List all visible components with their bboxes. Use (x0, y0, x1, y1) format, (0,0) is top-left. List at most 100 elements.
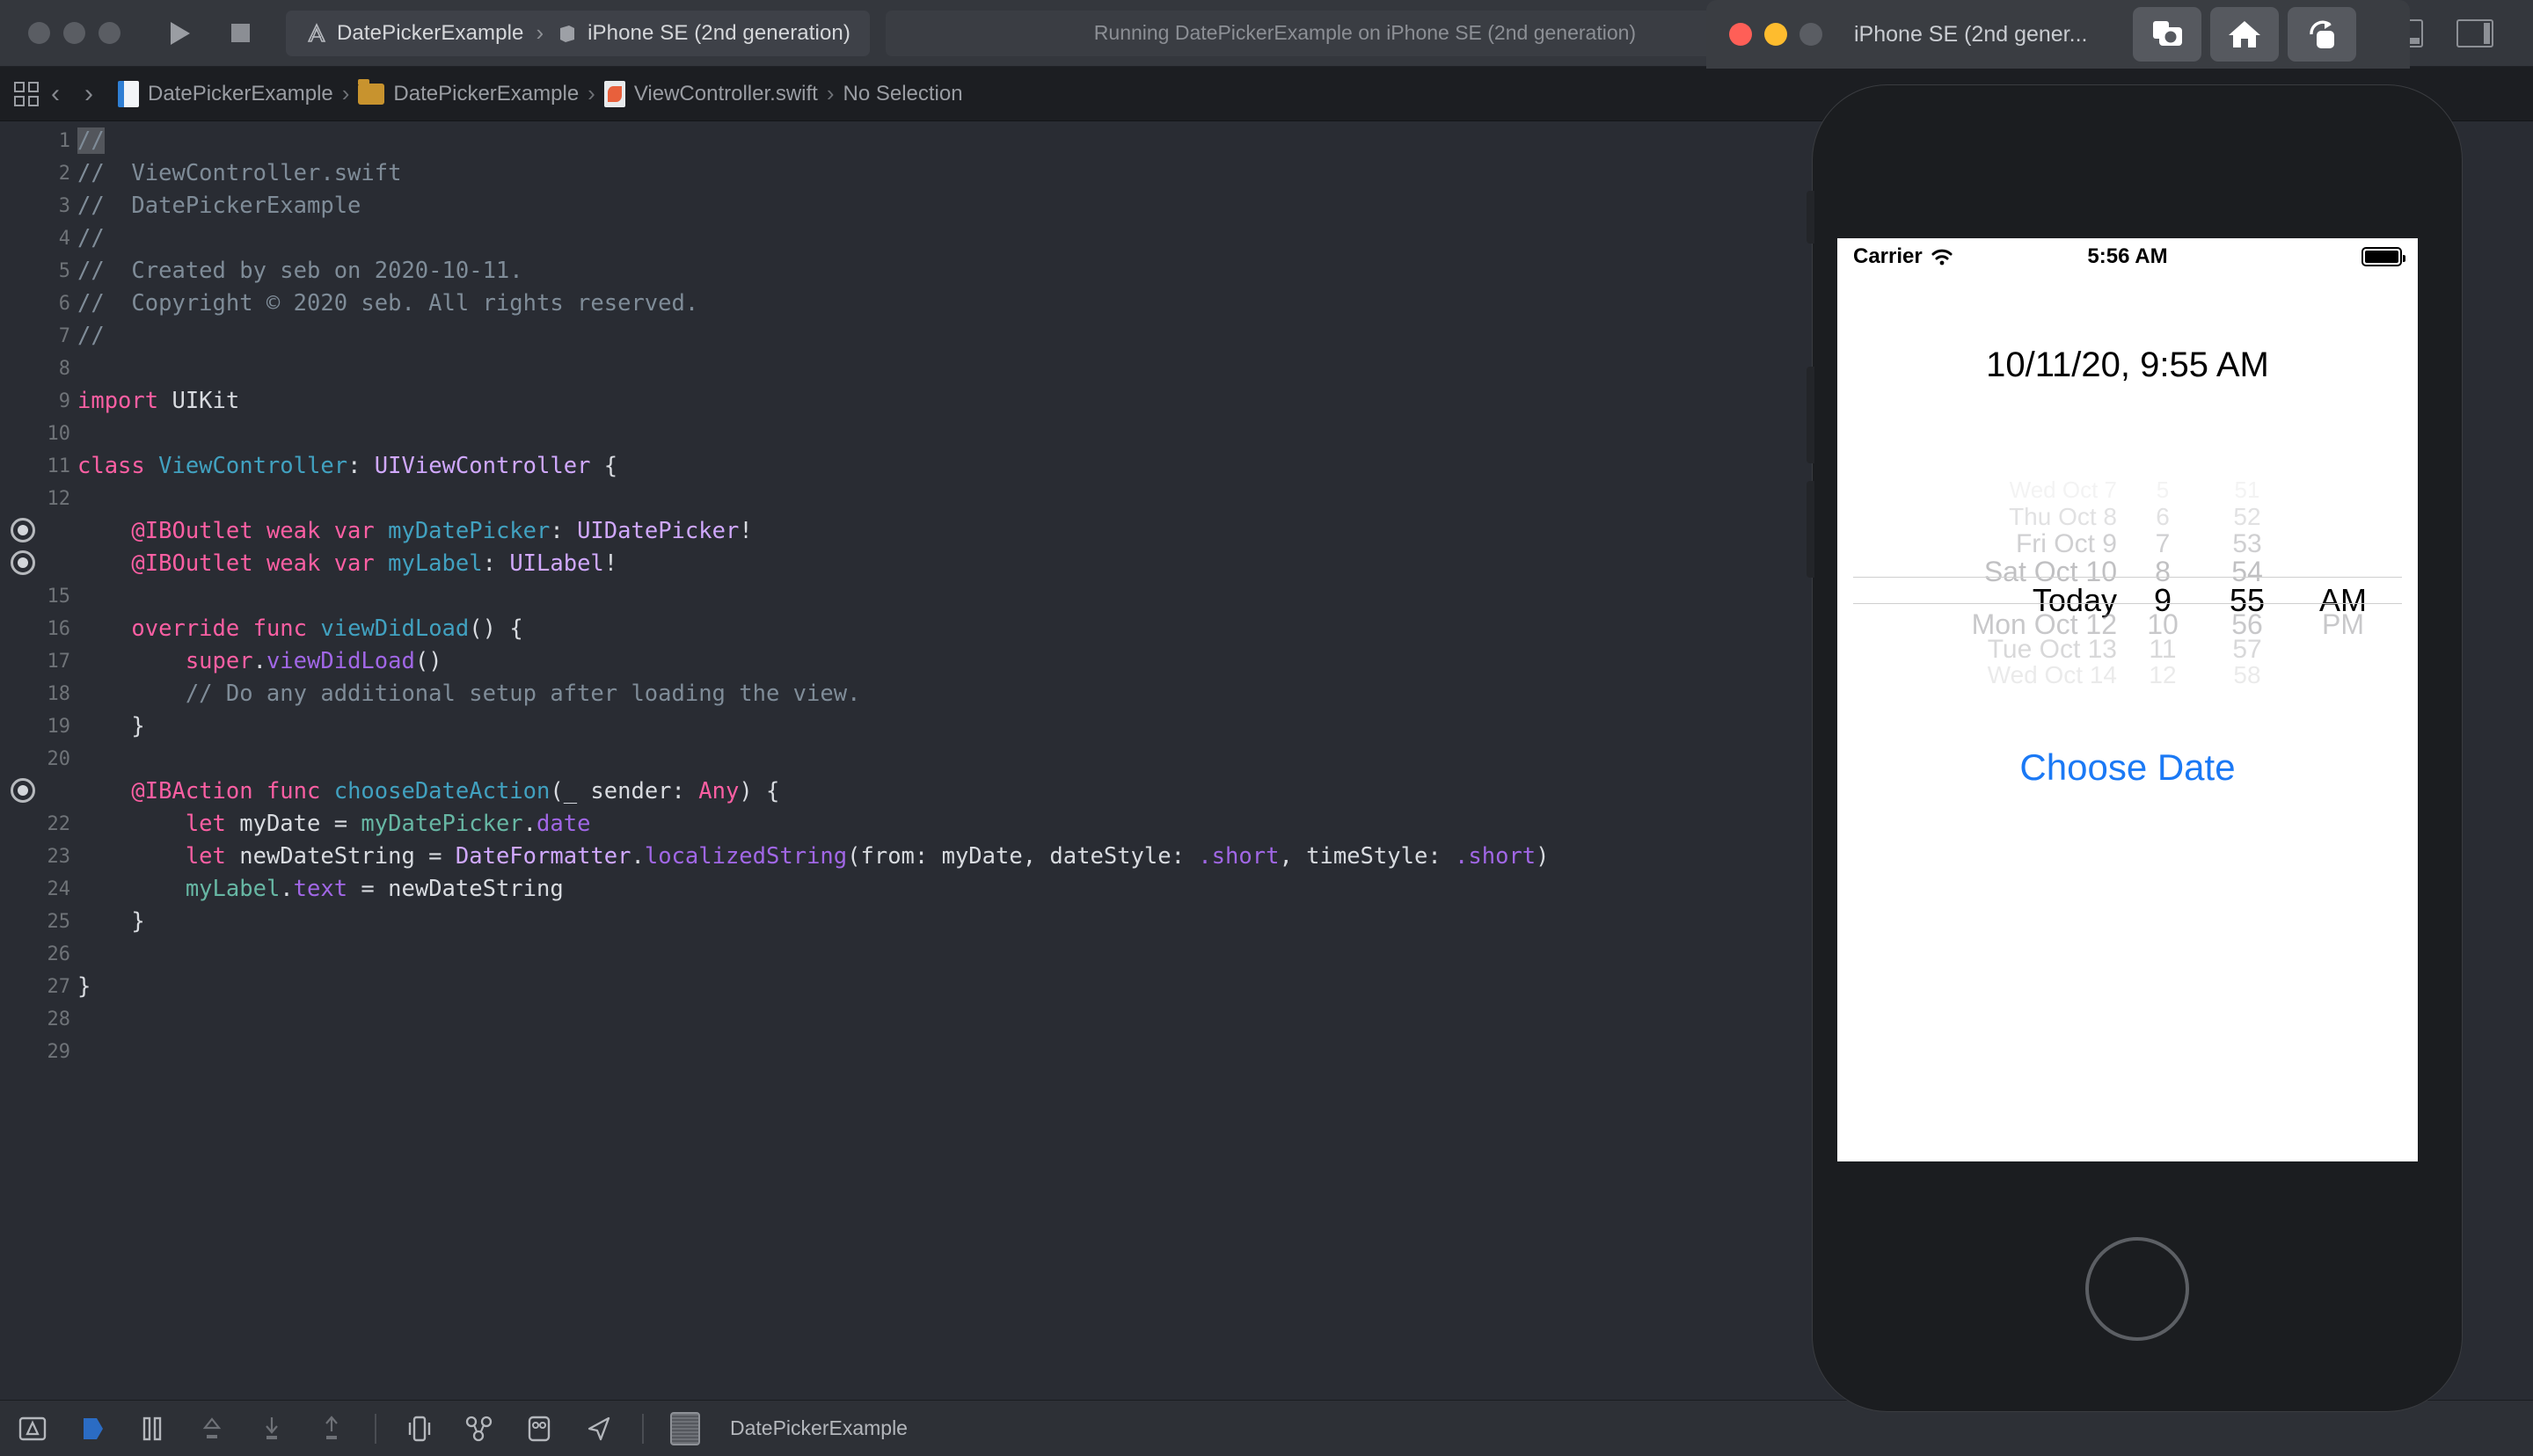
code-line[interactable]: // (77, 227, 105, 251)
iphone-home-button[interactable] (2085, 1237, 2189, 1341)
step-into-icon[interactable] (255, 1412, 288, 1445)
picker-date-cell[interactable]: Wed Oct 7 (1862, 477, 2117, 504)
code-token: UIKit (158, 388, 240, 414)
code-token: (_ sender: (550, 778, 699, 804)
view-hierarchy-icon[interactable] (403, 1412, 436, 1445)
breadcrumb-label: DatePickerExample (148, 81, 333, 106)
minimize-button[interactable] (63, 22, 85, 44)
code-token: // DatePickerExample (77, 193, 361, 219)
pause-icon[interactable] (135, 1412, 169, 1445)
scheme-separator: › (536, 19, 544, 46)
breakpoint-indicator[interactable] (11, 518, 35, 542)
picker-date-cell[interactable]: Wed Oct 14 (1862, 661, 2117, 689)
line-number: 20 (47, 748, 71, 770)
minimize-button[interactable] (1764, 23, 1787, 46)
picker-minute-cell[interactable]: 58 (2205, 661, 2289, 689)
forward-button[interactable]: › (84, 79, 93, 109)
picker-hour-cell[interactable]: 5 (2128, 477, 2198, 504)
picker-minute-cell[interactable]: 53 (2205, 529, 2289, 559)
silent-switch[interactable] (1807, 191, 1814, 244)
breakpoint-indicator[interactable] (11, 778, 35, 803)
breadcrumb-item-selection[interactable]: No Selection (843, 82, 962, 106)
line-number: 22 (47, 813, 71, 835)
step-over-icon[interactable] (195, 1412, 229, 1445)
line-number: 25 (47, 911, 71, 933)
code-line[interactable]: class ViewController: UIViewController { (77, 455, 617, 478)
picker-hour-cell[interactable]: 6 (2128, 503, 2198, 531)
picker-minute-cell[interactable]: 57 (2205, 635, 2289, 665)
volume-up-button[interactable] (1807, 367, 1814, 463)
line-number-gutter[interactable]: 1 2 3 4 5 6 7 8 9 10 11 12 15 16 17 18 19 20 22 23 24 25 26 27 2… (0, 121, 77, 1400)
code-line[interactable]: myLabel.text = newDateString (77, 876, 564, 902)
scheme-selector[interactable]: DatePickerExample › iPhone SE (2nd gener… (286, 10, 870, 56)
date-picker-wheel[interactable]: Wed Oct 7 5 51 Thu Oct 8 6 52 Fri Oct 9 7 53 Sat … (1853, 477, 2402, 691)
breakpoint-toggle-icon[interactable] (16, 1412, 49, 1445)
rotate-button[interactable] (2288, 7, 2357, 62)
camera-icon (2153, 21, 2183, 46)
picker-date-cell[interactable]: Thu Oct 8 (1862, 503, 2117, 531)
back-button[interactable]: ‹ (51, 79, 60, 109)
code-token: // Copyright © 2020 seb. All rights rese… (77, 290, 699, 317)
code-token: myLabel (185, 876, 281, 902)
code-line[interactable]: } (77, 975, 91, 999)
picker-date-cell[interactable]: Fri Oct 9 (1862, 529, 2117, 559)
code-token: import (77, 388, 159, 414)
picker-minute-cell[interactable]: 52 (2205, 503, 2289, 531)
code-line[interactable]: // ViewController.swift (77, 162, 401, 186)
zoom-button[interactable] (1799, 23, 1822, 46)
code-token: . (522, 811, 537, 837)
memory-graph-icon[interactable] (463, 1412, 496, 1445)
code-line[interactable]: // Copyright © 2020 seb. All rights rese… (77, 290, 699, 317)
code-line[interactable]: // (77, 127, 105, 154)
picker-hour-cell[interactable]: 12 (2128, 661, 2198, 689)
code-line[interactable]: @IBOutlet weak var myLabel: UILabel! (77, 550, 617, 577)
home-button[interactable] (2210, 7, 2280, 62)
code-line[interactable]: let newDateString = DateFormatter.locali… (77, 845, 1550, 869)
code-line[interactable]: @IBAction func chooseDateAction(_ sender… (77, 778, 779, 804)
screenshot-button[interactable] (2133, 7, 2202, 62)
simulator-titlebar: iPhone SE (2nd gener... (1706, 0, 2410, 69)
picker-hour-cell[interactable]: 7 (2128, 529, 2198, 559)
code-line[interactable]: // Do any additional setup after loading… (77, 682, 861, 706)
picker-minute-cell[interactable]: 51 (2205, 477, 2289, 504)
code-token: myDatePicker (361, 811, 523, 837)
stop-button[interactable] (214, 11, 266, 56)
breadcrumb-item-folder[interactable]: DatePickerExample (358, 78, 579, 106)
step-out-icon[interactable] (315, 1412, 348, 1445)
code-line[interactable]: // (77, 324, 105, 348)
close-button[interactable] (28, 22, 50, 44)
continue-icon[interactable] (76, 1412, 109, 1445)
close-button[interactable] (1729, 23, 1752, 46)
iphone-screen[interactable]: Carrier 5:56 AM 10/11/20, 9:55 AM Wed Oc… (1837, 238, 2418, 1161)
code-line[interactable]: import UIKit (77, 388, 240, 414)
code-line[interactable]: let myDate = myDatePicker.date (77, 811, 591, 837)
picker-hour-cell[interactable]: 11 (2128, 635, 2198, 665)
picker-meridiem-cell[interactable]: PM (2303, 608, 2383, 641)
breadcrumb-item-project[interactable]: DatePickerExample (118, 80, 333, 107)
code-line[interactable]: // DatePickerExample (77, 193, 361, 219)
navigator-toggle-icon[interactable] (14, 81, 39, 106)
simulate-location-icon[interactable] (582, 1412, 616, 1445)
choose-date-button[interactable]: Choose Date (1837, 746, 2418, 789)
xcode-traffic-lights[interactable] (28, 22, 120, 44)
volume-down-button[interactable] (1807, 481, 1814, 578)
play-icon (171, 21, 190, 45)
code-token: viewDidLoad (320, 615, 470, 642)
code-token: @IBAction func (131, 778, 321, 804)
code-line[interactable]: @IBOutlet weak var myDatePicker: UIDateP… (77, 520, 752, 543)
breadcrumb-item-file[interactable]: ViewController.swift (603, 80, 818, 107)
code-line[interactable]: super.viewDidLoad() (77, 650, 442, 673)
code-line[interactable]: } (77, 715, 144, 739)
environment-overrides-icon[interactable] (522, 1412, 556, 1445)
line-number: 2 (58, 163, 70, 185)
code-line[interactable]: } (77, 910, 144, 934)
code-line[interactable]: // Created by seb on 2020-10-11. (77, 259, 523, 283)
code-token: { (590, 453, 618, 479)
zoom-button[interactable] (99, 22, 120, 44)
code-line[interactable]: override func viewDidLoad() { (77, 615, 522, 642)
picker-date-cell[interactable]: Tue Oct 13 (1862, 635, 2117, 665)
run-button[interactable] (152, 11, 205, 56)
breakpoint-indicator[interactable] (11, 550, 35, 575)
